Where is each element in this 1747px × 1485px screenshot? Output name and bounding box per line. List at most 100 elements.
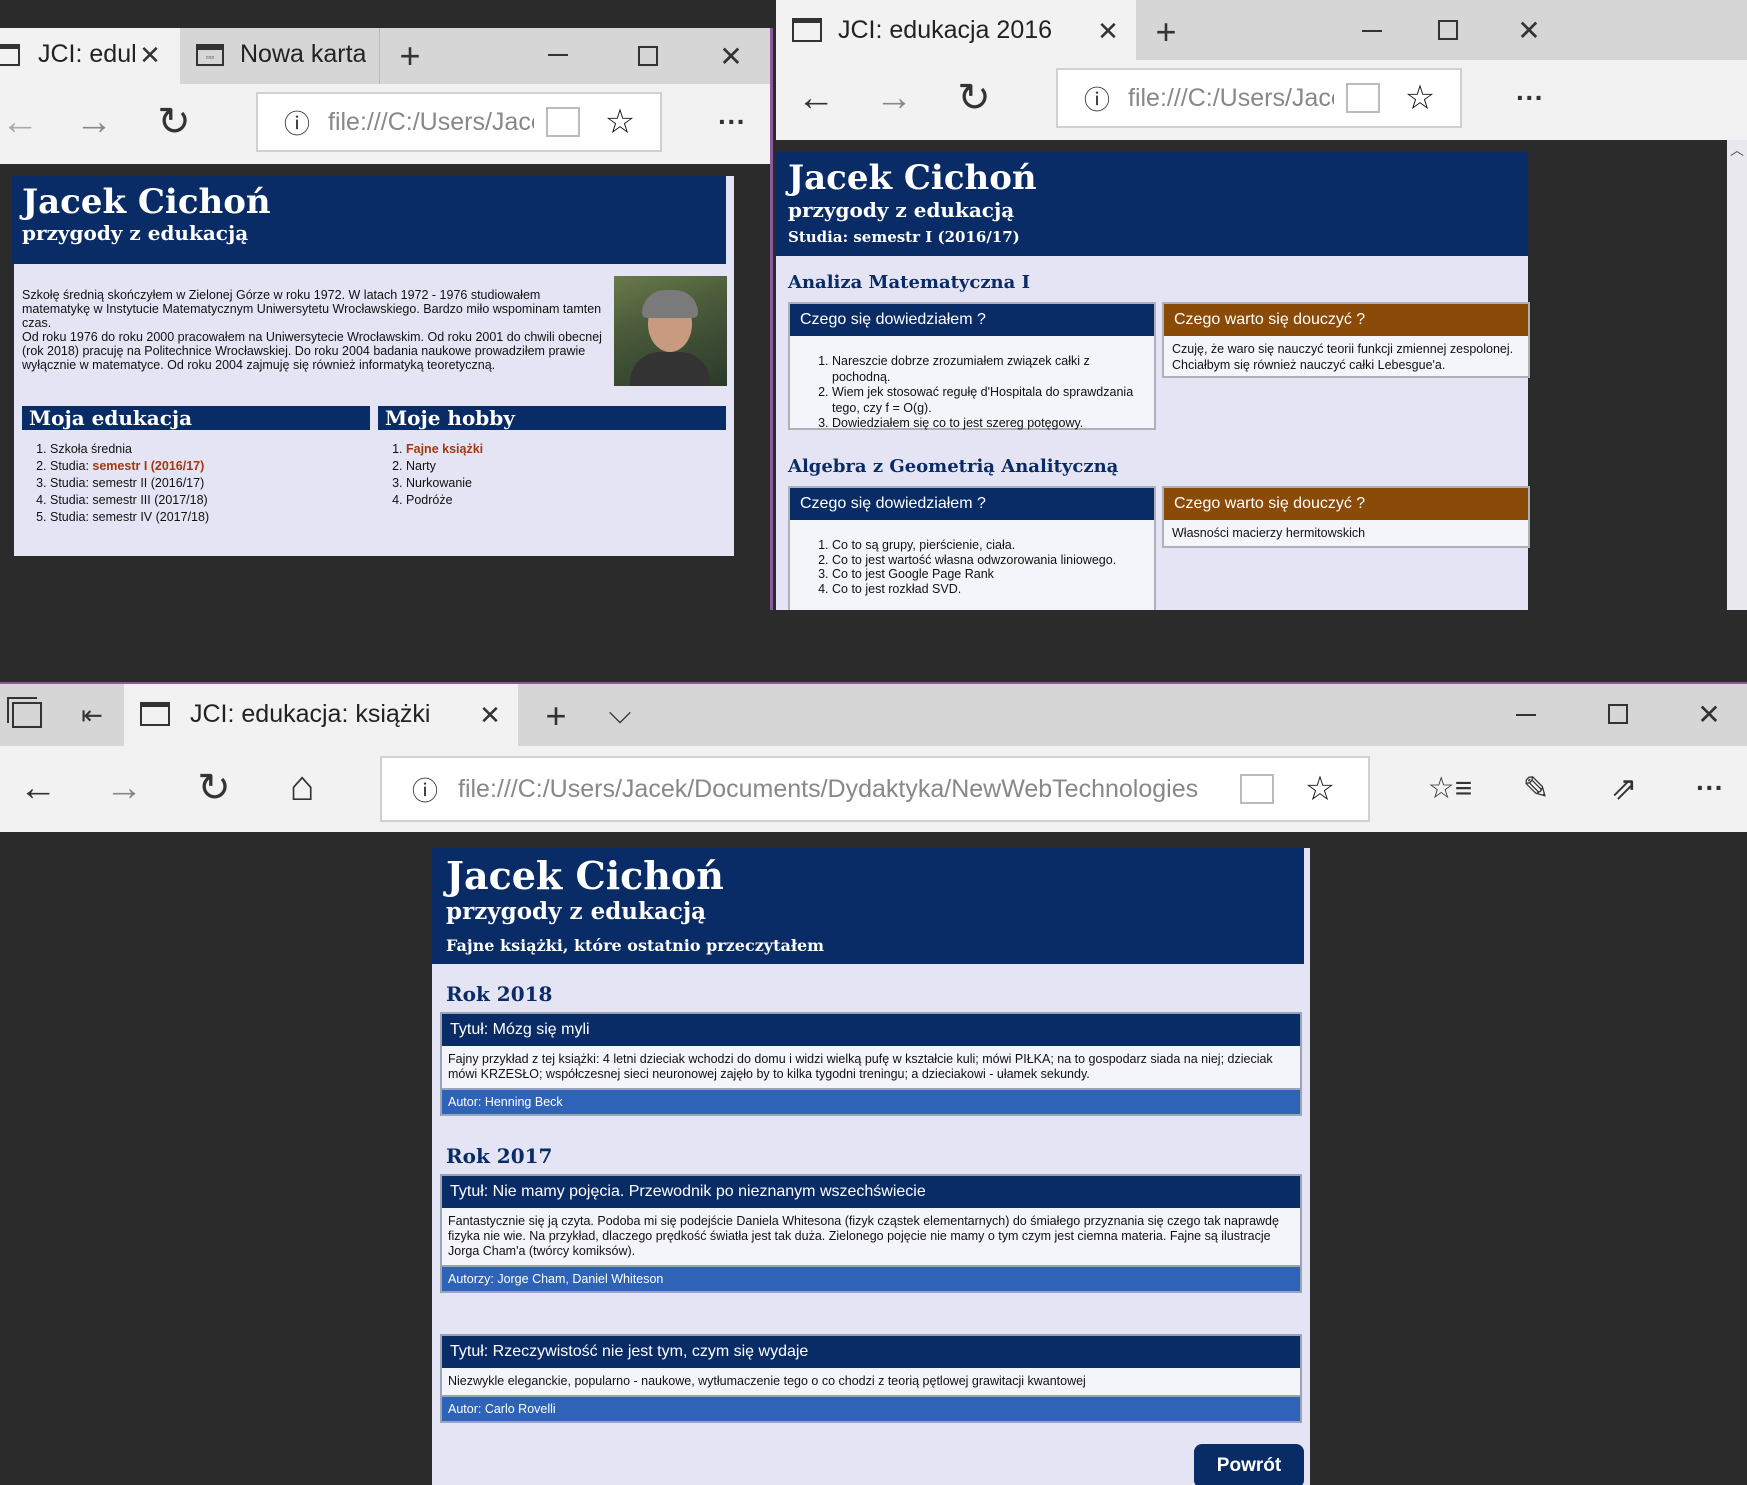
tab-jci-2016[interactable]: JCI: edukacja 2016 ✕ xyxy=(776,0,1136,60)
tab-list-chevron-icon[interactable]: ⌵ xyxy=(602,694,638,734)
year-2018-heading: Rok 2018 xyxy=(446,982,553,1006)
url-text[interactable]: file:///C:/Users/Jacek/Documents/Dydakty… xyxy=(458,775,1224,804)
close-window-icon[interactable]: ✕ xyxy=(714,38,748,74)
refresh-icon[interactable]: ↻ xyxy=(192,766,236,810)
favorites-list-icon[interactable]: ☆≡ xyxy=(1428,768,1472,808)
refresh-icon[interactable]: ↻ xyxy=(152,100,196,144)
window-border xyxy=(770,28,773,610)
back-icon[interactable]: ← xyxy=(796,77,836,119)
list-item-prefix: Studia: xyxy=(50,459,93,473)
tab-title: JCI: edukacja 2016 xyxy=(838,16,1053,44)
maximize-icon[interactable] xyxy=(1438,20,1458,40)
tab-bar: JCI: edul ✕ ▫▫▫ Nowa karta + ✕ xyxy=(0,28,773,84)
tab-bar: JCI: edukacja 2016 ✕ + ✕ xyxy=(776,0,1747,60)
box-header: Czego warto się douczyć ? xyxy=(1164,304,1528,336)
tab-new-tab[interactable]: ▫▫▫ Nowa karta xyxy=(180,28,380,84)
education-heading: Moja edukacja xyxy=(22,406,370,430)
back-button[interactable]: Powrót xyxy=(1194,1444,1304,1485)
browser-window-2: JCI: edukacja 2016 ✕ + ✕ ← → ↻ ⓘ file://… xyxy=(776,0,1747,610)
course-1-heading: Analiza Matematyczna I xyxy=(788,272,1030,293)
address-bar[interactable]: ⓘ file:///C:/Users/Jacek/Documents/Dydak… xyxy=(380,756,1370,822)
page-header: Jacek Cichoń przygody z edukacją xyxy=(12,176,726,264)
reading-view-icon[interactable] xyxy=(1240,774,1274,804)
book-author: Autor: Carlo Rovelli xyxy=(442,1397,1300,1421)
forward-icon[interactable]: → xyxy=(874,77,914,119)
page-body: Jacek Cichoń przygody z edukacją Studia:… xyxy=(776,152,1530,610)
nav-bar: ← → ↻ ⓘ file:///C:/Users/Jacel ☆ ··· xyxy=(0,84,773,164)
list-item: Co to jest rozkład SVD. xyxy=(832,582,1154,597)
tab-bar: ⇤ JCI: edukacja: książki ✕ + ⌵ ✕ xyxy=(0,684,1747,746)
minimize-icon[interactable] xyxy=(1362,30,1382,32)
forward-icon[interactable]: → xyxy=(74,101,114,143)
header-name: Jacek Cichoń xyxy=(788,158,1037,198)
close-window-icon[interactable]: ✕ xyxy=(1512,12,1546,48)
nav-bar: ← → ↻ ⓘ file:///C:/Users/Jacel ☆ ··· xyxy=(776,60,1747,140)
address-bar[interactable]: ⓘ file:///C:/Users/Jacel ☆ xyxy=(256,92,662,152)
list-item: Studia: semestr III (2017/18) xyxy=(50,492,364,509)
hobby-books-link[interactable]: Fajne książki xyxy=(406,441,720,458)
info-icon[interactable]: ⓘ xyxy=(408,771,442,808)
tab-jci-edu[interactable]: JCI: edul ✕ xyxy=(0,28,180,84)
close-tab-icon[interactable]: ✕ xyxy=(474,698,506,732)
scrollbar[interactable]: ︿ xyxy=(1727,140,1747,610)
tab-jci-books[interactable]: JCI: edukacja: książki ✕ xyxy=(124,684,518,746)
share-icon[interactable]: ⇗ xyxy=(1602,768,1646,808)
maximize-icon[interactable] xyxy=(638,46,658,66)
course-1-learned-box: Czego się dowiedziałem ? Nareszcie dobrz… xyxy=(788,302,1156,430)
back-icon[interactable]: ← xyxy=(18,767,58,809)
close-window-icon[interactable]: ✕ xyxy=(1692,696,1726,732)
tab-title: JCI: edukacja: książki xyxy=(190,700,431,728)
book-description: Niezwykle eleganckie, popularno - naukow… xyxy=(442,1368,1300,1397)
header-line3: Studia: semestr I (2016/17) xyxy=(788,228,1020,246)
page-body: Jacek Cichoń przygody z edukacją Fajne k… xyxy=(432,848,1310,1485)
favorite-star-icon[interactable]: ☆ xyxy=(1300,769,1340,809)
list-item: Co to jest wartość własna odwzorowania l… xyxy=(832,553,1154,568)
favorite-star-icon[interactable]: ☆ xyxy=(1400,78,1440,118)
web-note-pen-icon[interactable]: ✎ xyxy=(1514,768,1558,808)
reading-view-icon[interactable] xyxy=(546,107,580,137)
book-author: Autorzy: Jorge Cham, Daniel Whiteson xyxy=(442,1267,1300,1291)
info-icon[interactable]: ⓘ xyxy=(280,104,314,141)
minimize-icon[interactable] xyxy=(1516,714,1536,716)
scroll-up-icon[interactable]: ︿ xyxy=(1727,140,1747,160)
book-card: Tytuł: Nie mamy pojęcia. Przewodnik po n… xyxy=(440,1174,1302,1293)
url-text[interactable]: file:///C:/Users/Jacel xyxy=(328,108,534,137)
book-card: Tytuł: Mózg się myli Fajny przykład z te… xyxy=(440,1012,1302,1116)
new-tab-plus-icon[interactable]: + xyxy=(392,35,428,76)
more-icon[interactable]: ··· xyxy=(1688,768,1732,808)
header-subtitle: przygody z edukacją xyxy=(446,898,707,925)
minimize-icon[interactable] xyxy=(548,54,568,56)
address-bar[interactable]: ⓘ file:///C:/Users/Jacel ☆ xyxy=(1056,68,1462,128)
list-item-link[interactable]: Fajne książki xyxy=(406,442,483,456)
semester-1-link[interactable]: semestr I (2016/17) xyxy=(92,459,204,473)
back-icon[interactable]: ← xyxy=(0,101,40,143)
course-2-heading: Algebra z Geometrią Analityczną xyxy=(788,456,1119,477)
list-item: Studia: semestr I (2016/17) xyxy=(50,458,364,475)
new-tab-plus-icon[interactable]: + xyxy=(1148,11,1184,52)
close-tab-icon[interactable]: ✕ xyxy=(1092,14,1124,48)
new-tab-plus-icon[interactable]: + xyxy=(538,695,574,736)
page-icon xyxy=(140,702,170,726)
tab-preview-icon[interactable] xyxy=(12,702,42,728)
maximize-icon[interactable] xyxy=(1608,704,1628,724)
hobby-list: Fajne książki Narty Nurkowanie Podróże xyxy=(370,441,720,509)
box-list: Co to są grupy, pierścienie, ciała. Co t… xyxy=(790,538,1154,596)
home-icon[interactable]: ⌂ xyxy=(280,762,324,809)
close-tab-icon[interactable]: ✕ xyxy=(134,38,166,72)
photo-body xyxy=(630,352,710,386)
set-aside-tabs-icon[interactable]: ⇤ xyxy=(74,698,110,732)
page-header: Jacek Cichoń przygody z edukacją Studia:… xyxy=(776,152,1528,256)
info-icon[interactable]: ⓘ xyxy=(1080,80,1114,117)
box-list: Nareszcie dobrze zrozumiałem związek cał… xyxy=(790,354,1154,432)
hobby-heading: Moje hobby xyxy=(378,406,726,430)
favorite-star-icon[interactable]: ☆ xyxy=(600,102,640,142)
list-item: Co to są grupy, pierścienie, ciała. xyxy=(832,538,1154,553)
more-icon[interactable]: ··· xyxy=(710,102,754,142)
reading-view-icon[interactable] xyxy=(1346,83,1380,113)
refresh-icon[interactable]: ↻ xyxy=(952,76,996,120)
box-header: Czego się dowiedziałem ? xyxy=(790,488,1154,520)
url-text[interactable]: file:///C:/Users/Jacel xyxy=(1128,84,1334,113)
more-icon[interactable]: ··· xyxy=(1508,78,1552,118)
forward-icon[interactable]: → xyxy=(104,767,144,809)
tab-title: Nowa karta xyxy=(240,40,367,68)
